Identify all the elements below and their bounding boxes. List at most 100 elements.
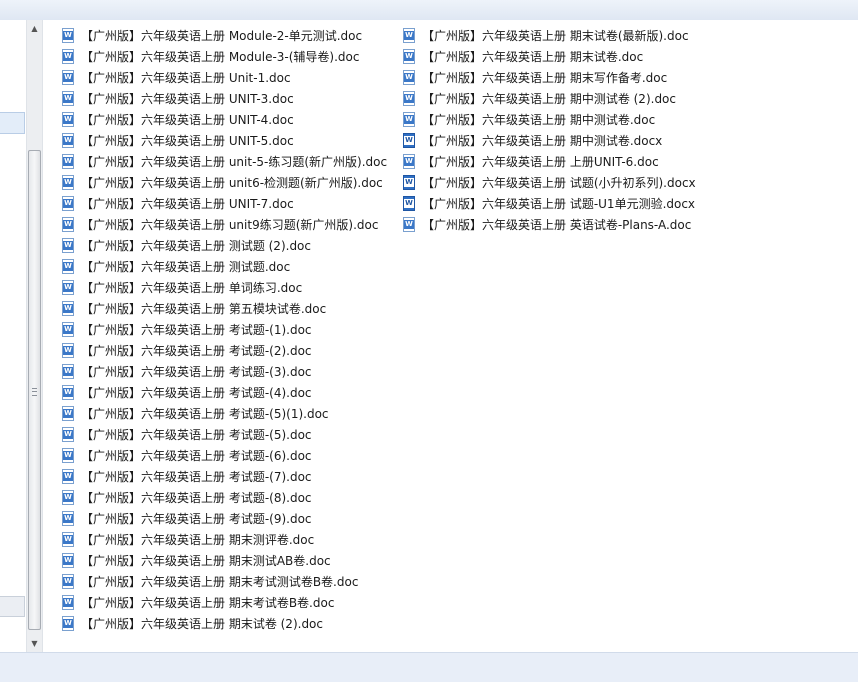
file-column-2: W 【广州版】六年级英语上册 期末试卷(最新版).doc W 【广州版】六年级英语上册…	[402, 25, 696, 235]
file-name: 【广州版】六年级英语上册 试题-U1单元测验.docx	[422, 197, 696, 211]
file-item[interactable]: W 【广州版】六年级英语上册 考试题-(4).doc	[61, 382, 387, 403]
file-item[interactable]: W 【广州版】六年级英语上册 英语试卷-Plans-A.doc	[402, 214, 696, 235]
file-item[interactable]: W 【广州版】六年级英语上册 Module-3-(辅导卷).doc	[61, 46, 387, 67]
file-name: 【广州版】六年级英语上册 期末试卷(最新版).doc	[422, 29, 689, 43]
file-item[interactable]: W 【广州版】六年级英语上册 期末测评卷.doc	[61, 529, 387, 550]
grip-icon	[32, 388, 37, 396]
file-item[interactable]: W 【广州版】六年级英语上册 Module-2-单元测试.doc	[61, 25, 387, 46]
file-name: 【广州版】六年级英语上册 UNIT-3.doc	[81, 92, 294, 106]
file-name: 【广州版】六年级英语上册 UNIT-4.doc	[81, 113, 294, 127]
file-list-pane[interactable]: W 【广州版】六年级英语上册 Module-2-单元测试.doc W 【广州版】六年级…	[43, 20, 858, 652]
status-bar	[0, 652, 858, 682]
navigation-pane[interactable]	[0, 20, 27, 652]
file-name: 【广州版】六年级英语上册 测试题.doc	[81, 260, 291, 274]
file-item[interactable]: W 【广州版】六年级英语上册 考试题-(6).doc	[61, 445, 387, 466]
file-item[interactable]: W 【广州版】六年级英语上册 UNIT-7.doc	[61, 193, 387, 214]
word-doc-icon: W	[61, 217, 75, 232]
word-docx-icon: W	[402, 196, 416, 211]
file-name: 【广州版】六年级英语上册 英语试卷-Plans-A.doc	[422, 218, 692, 232]
scroll-up-arrow-icon[interactable]: ▲	[27, 20, 42, 37]
file-item[interactable]: W 【广州版】六年级英语上册 测试题.doc	[61, 256, 387, 277]
file-item[interactable]: W 【广州版】六年级英语上册 期中测试卷.docx	[402, 130, 696, 151]
file-item[interactable]: W 【广州版】六年级英语上册 期末试卷(最新版).doc	[402, 25, 696, 46]
word-doc-icon: W	[402, 154, 416, 169]
file-item[interactable]: W 【广州版】六年级英语上册 试题(小升初系列).docx	[402, 172, 696, 193]
word-docx-icon: W	[402, 133, 416, 148]
scroll-down-arrow-icon[interactable]: ▼	[27, 635, 42, 652]
file-item[interactable]: W 【广州版】六年级英语上册 试题-U1单元测验.docx	[402, 193, 696, 214]
word-doc-icon: W	[61, 28, 75, 43]
file-item[interactable]: W 【广州版】六年级英语上册 考试题-(5).doc	[61, 424, 387, 445]
file-name: 【广州版】六年级英语上册 试题(小升初系列).docx	[422, 176, 696, 190]
nav-selected-item[interactable]	[0, 112, 25, 134]
nav-scrollbar[interactable]: ▲ ▼	[26, 20, 43, 652]
file-name: 【广州版】六年级英语上册 unit6-检测题(新广州版).doc	[81, 176, 383, 190]
file-item[interactable]: W 【广州版】六年级英语上册 考试题-(5)(1).doc	[61, 403, 387, 424]
scrollbar-thumb[interactable]	[28, 150, 41, 630]
word-doc-icon: W	[61, 427, 75, 442]
nav-hover-item[interactable]	[0, 596, 25, 617]
word-doc-icon: W	[61, 280, 75, 295]
file-item[interactable]: W 【广州版】六年级英语上册 UNIT-3.doc	[61, 88, 387, 109]
word-doc-icon: W	[402, 70, 416, 85]
word-doc-icon: W	[61, 406, 75, 421]
file-name: 【广州版】六年级英语上册 期末写作备考.doc	[422, 71, 668, 85]
file-name: 【广州版】六年级英语上册 测试题 (2).doc	[81, 239, 311, 253]
file-item[interactable]: W 【广州版】六年级英语上册 期中测试卷.doc	[402, 109, 696, 130]
file-name: 【广州版】六年级英语上册 期末试卷 (2).doc	[81, 617, 323, 631]
word-doc-icon: W	[61, 616, 75, 631]
file-name: 【广州版】六年级英语上册 期末测试AB卷.doc	[81, 554, 331, 568]
file-item[interactable]: W 【广州版】六年级英语上册 unit9练习题(新广州版).doc	[61, 214, 387, 235]
file-name: 【广州版】六年级英语上册 期末试卷.doc	[422, 50, 644, 64]
file-name: 【广州版】六年级英语上册 上册UNIT-6.doc	[422, 155, 659, 169]
file-name: 【广州版】六年级英语上册 unit9练习题(新广州版).doc	[81, 218, 379, 232]
file-item[interactable]: W 【广州版】六年级英语上册 期末试卷.doc	[402, 46, 696, 67]
file-name: 【广州版】六年级英语上册 考试题-(3).doc	[81, 365, 312, 379]
word-doc-icon: W	[61, 385, 75, 400]
file-name: 【广州版】六年级英语上册 UNIT-7.doc	[81, 197, 294, 211]
word-doc-icon: W	[61, 196, 75, 211]
file-name: 【广州版】六年级英语上册 Module-2-单元测试.doc	[81, 29, 363, 43]
file-item[interactable]: W 【广州版】六年级英语上册 考试题-(8).doc	[61, 487, 387, 508]
file-item[interactable]: W 【广州版】六年级英语上册 第五模块试卷.doc	[61, 298, 387, 319]
word-doc-icon: W	[61, 175, 75, 190]
file-item[interactable]: W 【广州版】六年级英语上册 考试题-(2).doc	[61, 340, 387, 361]
file-name: 【广州版】六年级英语上册 期末考试测试卷B卷.doc	[81, 575, 359, 589]
file-item[interactable]: W 【广州版】六年级英语上册 期末考试测试卷B卷.doc	[61, 571, 387, 592]
file-item[interactable]: W 【广州版】六年级英语上册 UNIT-5.doc	[61, 130, 387, 151]
file-item[interactable]: W 【广州版】六年级英语上册 期末写作备考.doc	[402, 67, 696, 88]
file-name: 【广州版】六年级英语上册 第五模块试卷.doc	[81, 302, 327, 316]
word-doc-icon: W	[61, 112, 75, 127]
file-name: 【广州版】六年级英语上册 考试题-(5).doc	[81, 428, 312, 442]
word-docx-icon: W	[402, 175, 416, 190]
file-item[interactable]: W 【广州版】六年级英语上册 单词练习.doc	[61, 277, 387, 298]
word-doc-icon: W	[61, 343, 75, 358]
file-item[interactable]: W 【广州版】六年级英语上册 期末测试AB卷.doc	[61, 550, 387, 571]
file-item[interactable]: W 【广州版】六年级英语上册 考试题-(9).doc	[61, 508, 387, 529]
file-item[interactable]: W 【广州版】六年级英语上册 unit-5-练习题(新广州版).doc	[61, 151, 387, 172]
file-name: 【广州版】六年级英语上册 考试题-(5)(1).doc	[81, 407, 329, 421]
file-item[interactable]: W 【广州版】六年级英语上册 上册UNIT-6.doc	[402, 151, 696, 172]
address-toolbar	[0, 0, 858, 21]
file-name: 【广州版】六年级英语上册 考试题-(9).doc	[81, 512, 312, 526]
file-item[interactable]: W 【广州版】六年级英语上册 UNIT-4.doc	[61, 109, 387, 130]
file-item[interactable]: W 【广州版】六年级英语上册 unit6-检测题(新广州版).doc	[61, 172, 387, 193]
word-doc-icon: W	[402, 217, 416, 232]
file-item[interactable]: W 【广州版】六年级英语上册 考试题-(7).doc	[61, 466, 387, 487]
file-item[interactable]: W 【广州版】六年级英语上册 Unit-1.doc	[61, 67, 387, 88]
file-item[interactable]: W 【广州版】六年级英语上册 期末试卷 (2).doc	[61, 613, 387, 634]
word-doc-icon: W	[61, 49, 75, 64]
file-name: 【广州版】六年级英语上册 期中测试卷.docx	[422, 134, 663, 148]
word-doc-icon: W	[61, 322, 75, 337]
file-item[interactable]: W 【广州版】六年级英语上册 考试题-(3).doc	[61, 361, 387, 382]
word-doc-icon: W	[402, 49, 416, 64]
file-item[interactable]: W 【广州版】六年级英语上册 考试题-(1).doc	[61, 319, 387, 340]
file-item[interactable]: W 【广州版】六年级英语上册 测试题 (2).doc	[61, 235, 387, 256]
word-doc-icon: W	[61, 511, 75, 526]
word-doc-icon: W	[61, 91, 75, 106]
file-column-1: W 【广州版】六年级英语上册 Module-2-单元测试.doc W 【广州版】六年级…	[61, 25, 387, 634]
file-name: 【广州版】六年级英语上册 考试题-(7).doc	[81, 470, 312, 484]
word-doc-icon: W	[61, 553, 75, 568]
file-item[interactable]: W 【广州版】六年级英语上册 期中测试卷 (2).doc	[402, 88, 696, 109]
file-item[interactable]: W 【广州版】六年级英语上册 期末考试卷B卷.doc	[61, 592, 387, 613]
